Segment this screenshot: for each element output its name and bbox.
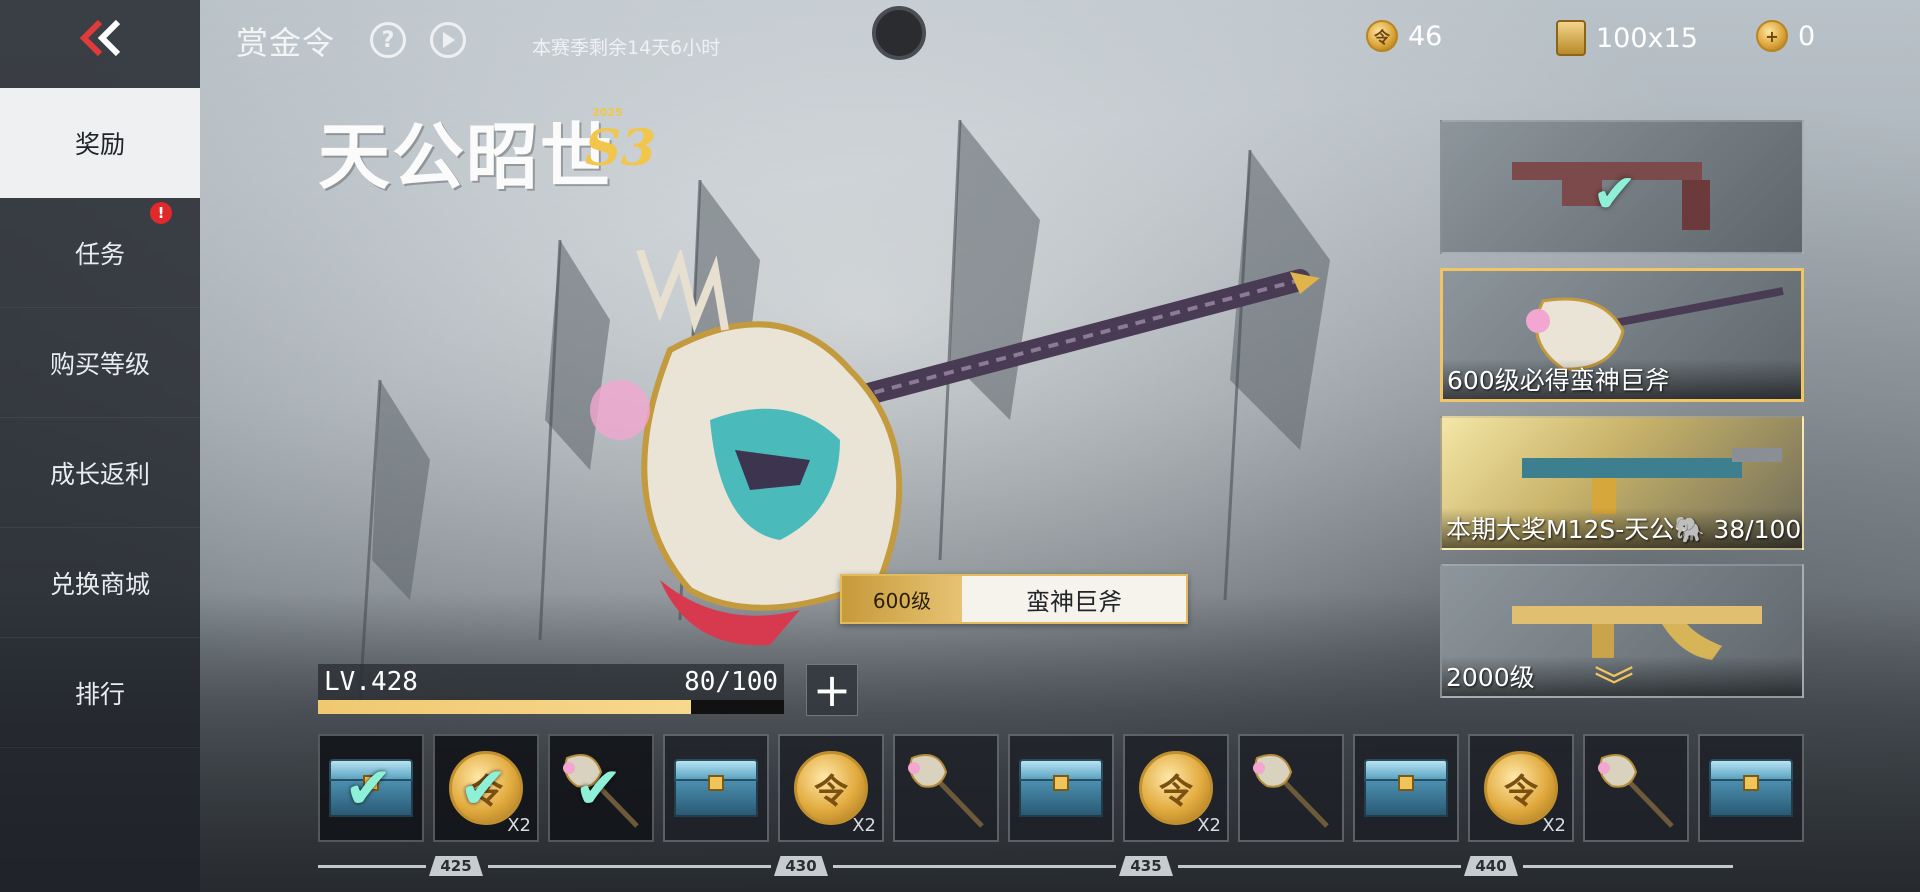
reward-track: ✔ 令 X2 ✔ ✔ 令 X2 令 X2 令 X2: [318, 734, 1804, 842]
claimed-check-icon: ✔: [344, 754, 393, 822]
level-progress-track: [318, 700, 784, 714]
axe-thumbnail: [1526, 287, 1784, 371]
currency-tickets[interactable]: 100x15: [1556, 20, 1698, 56]
reward-slot-coin[interactable]: 令 X2: [1468, 734, 1574, 842]
reward-slot-chest[interactable]: ✔: [318, 734, 424, 842]
double-chevron-left-icon: [78, 19, 122, 60]
axe-icon: [1598, 754, 1674, 828]
sidebar-item-ranking[interactable]: 排行: [0, 638, 200, 748]
level-marker-line: [1523, 865, 1733, 868]
rifle-thumbnail: [1512, 606, 1762, 660]
question-circle-icon[interactable]: ?: [370, 22, 406, 58]
sidebar-item-label: 成长返利: [49, 459, 150, 489]
level-marker: 425: [429, 856, 483, 876]
season-logo-number: S3: [585, 118, 656, 177]
currency-gold-coins[interactable]: 令 46: [1366, 20, 1442, 52]
season-logo: 天公昭世: [318, 114, 615, 199]
currency-value: 0: [1798, 20, 1816, 52]
level-progress-fill: [318, 700, 691, 714]
ticket-icon: [1556, 20, 1586, 56]
sidebar-item-label: 兑换商城: [49, 569, 150, 599]
claimed-check-icon: ✔: [574, 754, 623, 822]
treasure-chest-icon: [1019, 759, 1103, 817]
reward-slot-chest[interactable]: [663, 734, 769, 842]
treasure-chest-icon: [1364, 759, 1448, 817]
sidebar-item-label: 排行: [74, 679, 125, 709]
currency-add-coin[interactable]: + 0: [1756, 20, 1815, 52]
level-progress: LV.428 80/100: [318, 664, 784, 716]
featured-item-level: 600级: [842, 576, 962, 622]
currency-value: 46: [1408, 20, 1443, 52]
level-marker-line: [1178, 865, 1461, 868]
add-coin-icon: +: [1756, 20, 1788, 52]
chevron-down-icon[interactable]: ︾: [1594, 667, 1634, 707]
level-label: LV.428: [324, 667, 418, 697]
featured-item-name: 蛮神巨斧: [1026, 587, 1122, 616]
level-marker: 435: [1119, 856, 1173, 876]
sidebar-nav: 奖励 任务 ! 购买等级 成长返利 兑换商城 排行: [0, 88, 200, 748]
reward-slot-axe[interactable]: [893, 734, 999, 842]
treasure-chest-icon: [674, 759, 758, 817]
claimed-check-icon: ✔: [1592, 162, 1638, 225]
level-marker-line: [318, 865, 426, 868]
sidebar-item-growth-rebate[interactable]: 成长返利: [0, 418, 200, 528]
sidebar-item-exchange-store[interactable]: 兑换商城: [0, 528, 200, 638]
level-marker-line: [833, 865, 1116, 868]
reward-quantity: X2: [852, 815, 876, 836]
reward-slot-chest[interactable]: [1008, 734, 1114, 842]
showcase-card-label: 600级必得蛮神巨斧: [1443, 359, 1801, 399]
reward-slot-coin[interactable]: 令 X2: [1123, 734, 1229, 842]
gold-coin-icon: 令: [1139, 751, 1213, 825]
gold-coin-icon: 令: [1366, 20, 1398, 52]
play-circle-icon[interactable]: [430, 22, 466, 58]
showcase-card-axe[interactable]: 600级必得蛮神巨斧: [1440, 268, 1804, 402]
axe-icon: [1253, 754, 1329, 828]
reward-slot-coin[interactable]: 令 X2: [778, 734, 884, 842]
gold-coin-icon: 令: [1484, 751, 1558, 825]
currency-value: 100x15: [1596, 22, 1698, 54]
reward-quantity: X2: [1542, 815, 1566, 836]
sidebar-item-label: 奖励: [74, 129, 125, 159]
sidebar-item-buy-levels[interactable]: 购买等级: [0, 308, 200, 418]
level-progress-text: 80/100: [684, 667, 778, 697]
sidebar-item-rewards[interactable]: 奖励: [0, 88, 200, 198]
reward-slot-coin[interactable]: 令 X2 ✔: [433, 734, 539, 842]
reward-slot-chest[interactable]: [1698, 734, 1804, 842]
gold-coin-icon: 令: [794, 751, 868, 825]
reward-slot-axe[interactable]: [1238, 734, 1344, 842]
axe-icon: [908, 754, 984, 828]
season-remaining-text: 本赛季剩余14天6小时: [532, 37, 721, 59]
camera-cutout: [872, 6, 926, 60]
featured-item-tag[interactable]: 600级 蛮神巨斧: [840, 574, 1188, 624]
level-marker: 430: [774, 856, 828, 876]
treasure-chest-icon: [1709, 759, 1793, 817]
level-markers: 425 430 435 440: [318, 856, 1798, 876]
page-title: 赏金令: [236, 24, 336, 62]
claimed-check-icon: ✔: [459, 754, 508, 822]
notification-badge: !: [150, 202, 172, 224]
buy-level-plus-button[interactable]: +: [806, 664, 858, 716]
reward-slot-axe[interactable]: ✔: [548, 734, 654, 842]
sidebar-item-label: 任务: [74, 239, 125, 269]
back-button[interactable]: [0, 0, 200, 80]
sidebar: 奖励 任务 ! 购买等级 成长返利 兑换商城 排行: [0, 0, 200, 892]
reward-slot-axe[interactable]: [1583, 734, 1689, 842]
level-marker: 440: [1464, 856, 1518, 876]
showcase-card-label: 本期大奖M12S-天公🐘 38/100: [1442, 508, 1802, 548]
reward-quantity: X2: [1197, 815, 1221, 836]
smg-thumbnail: [1522, 448, 1782, 514]
sidebar-item-label: 购买等级: [49, 349, 150, 379]
sidebar-item-tasks[interactable]: 任务 !: [0, 198, 200, 308]
showcase-card-grand-prize[interactable]: 本期大奖M12S-天公🐘 38/100: [1440, 416, 1804, 550]
reward-slot-chest[interactable]: [1353, 734, 1459, 842]
level-marker-line: [488, 865, 771, 868]
showcase-card-claimed[interactable]: ✔: [1440, 120, 1804, 254]
reward-quantity: X2: [507, 815, 531, 836]
